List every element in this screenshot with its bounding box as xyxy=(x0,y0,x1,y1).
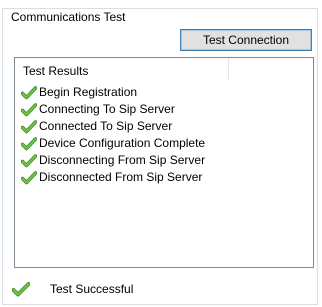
list-header: Test Results xyxy=(15,58,313,80)
list-item-label: Disconnected From Sip Server xyxy=(39,170,203,184)
list-item-label: Device Configuration Complete xyxy=(39,136,206,150)
status-bar: Test Successful xyxy=(12,280,133,298)
list-item[interactable]: Connecting To Sip Server xyxy=(21,101,311,118)
list-item[interactable]: Disconnecting From Sip Server xyxy=(21,152,311,169)
check-icon xyxy=(21,153,37,167)
list-item-label: Disconnecting From Sip Server xyxy=(39,153,206,167)
check-icon xyxy=(21,85,37,99)
list-item-label: Connected To Sip Server xyxy=(39,119,173,133)
check-icon xyxy=(21,119,37,133)
check-icon xyxy=(21,136,37,150)
column-header-test-results[interactable]: Test Results xyxy=(23,64,88,78)
communications-test-group: Communications Test Test Connection Test… xyxy=(2,8,318,305)
list-item-label: Begin Registration xyxy=(39,85,138,99)
test-connection-button[interactable]: Test Connection xyxy=(180,29,312,51)
list-item[interactable]: Begin Registration xyxy=(21,84,311,101)
check-icon xyxy=(12,281,30,296)
result-rows: Begin Registration Connecting To Sip Ser… xyxy=(21,84,311,186)
status-text: Test Successful xyxy=(50,281,134,296)
check-icon xyxy=(21,170,37,184)
list-item[interactable]: Device Configuration Complete xyxy=(21,135,311,152)
group-title: Communications Test xyxy=(9,10,128,25)
check-icon xyxy=(21,102,37,116)
column-header-empty xyxy=(229,58,313,80)
list-item[interactable]: Disconnected From Sip Server xyxy=(21,169,311,186)
list-item-label: Connecting To Sip Server xyxy=(39,102,175,116)
test-results-list[interactable]: Test Results Begin Registration Connecti… xyxy=(14,57,314,268)
list-item[interactable]: Connected To Sip Server xyxy=(21,118,311,135)
